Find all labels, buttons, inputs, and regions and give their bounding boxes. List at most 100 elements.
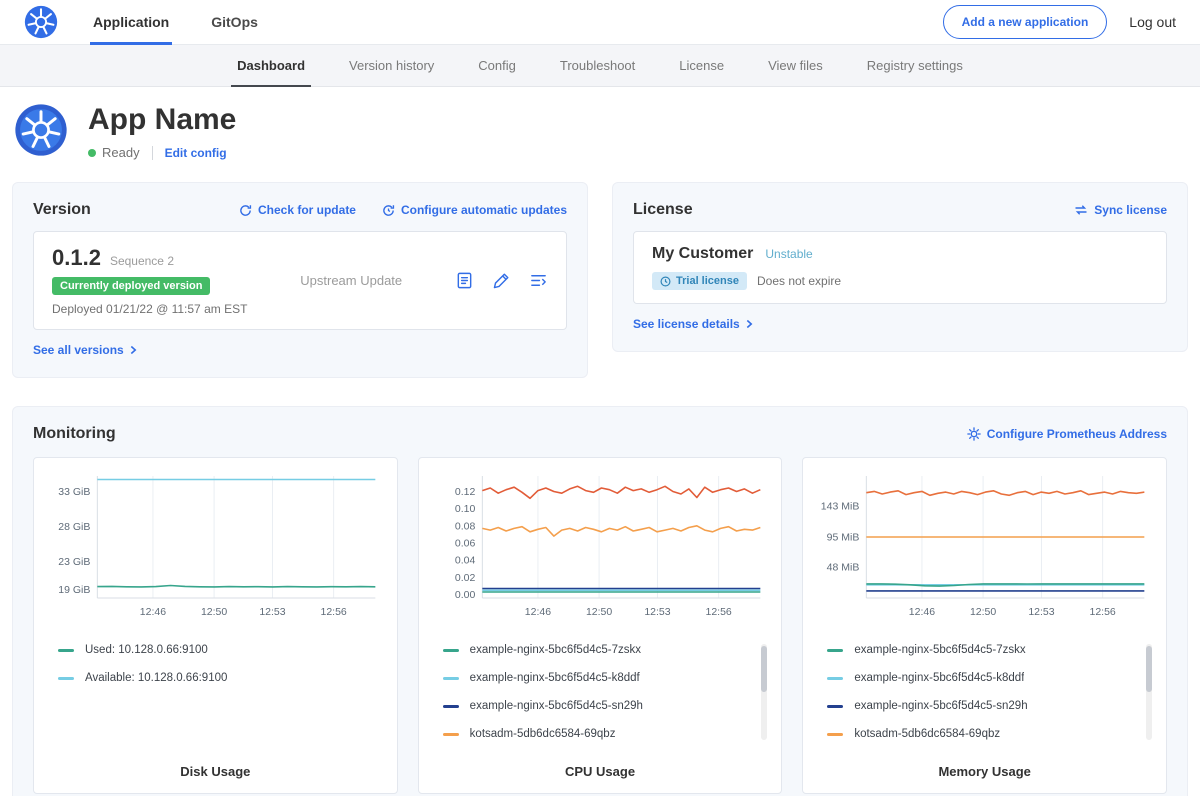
upstream-update-label: Upstream Update: [247, 273, 455, 288]
chevron-right-icon: [130, 345, 137, 355]
deployed-badge: Currently deployed version: [52, 277, 210, 295]
legend-scrollbar-thumb[interactable]: [761, 646, 767, 692]
legend-item: example-nginx-5bc6f5d4c5-7zskx: [443, 636, 752, 664]
monitoring-header: Monitoring Configure Prometheus Address: [33, 425, 1167, 443]
version-card: Version Check for update: [12, 182, 588, 378]
logout-link[interactable]: Log out: [1129, 14, 1176, 30]
license-card-header: License Sync license: [633, 201, 1167, 219]
chart-legend: Used: 10.128.0.66:9100 Available: 10.128.…: [46, 636, 385, 692]
legend-color-dash: [58, 677, 74, 680]
legend-color-dash: [443, 677, 459, 680]
see-all-versions-link[interactable]: See all versions: [33, 343, 137, 357]
preflight-checks-icon[interactable]: [492, 271, 511, 290]
chart-title: CPU Usage: [431, 748, 770, 779]
cards-row: Version Check for update: [12, 182, 1188, 378]
check-for-update-link[interactable]: Check for update: [239, 203, 356, 217]
deployed-timestamp: Deployed 01/21/22 @ 11:57 am EST: [52, 302, 247, 316]
license-card-title: License: [633, 201, 693, 219]
license-detail-row: Trial license Does not expire: [652, 272, 1148, 290]
legend-item: kotsadm-5db6dc6584-69qbz: [443, 720, 752, 748]
legend-color-dash: [827, 705, 843, 708]
svg-text:33 GiB: 33 GiB: [58, 486, 90, 498]
svg-text:12:46: 12:46: [524, 606, 550, 618]
legend-label: example-nginx-5bc6f5d4c5-k8ddf: [470, 672, 640, 684]
release-notes-icon[interactable]: [455, 271, 474, 290]
gear-icon: [967, 427, 981, 441]
legend-item: example-nginx-5bc6f5d4c5-sn29h: [443, 692, 752, 720]
svg-text:12:50: 12:50: [201, 606, 227, 618]
current-version-panel: 0.1.2 Sequence 2 Currently deployed vers…: [33, 231, 567, 330]
edit-config-link[interactable]: Edit config: [165, 146, 227, 160]
memory-usage-plot: 12:4612:5012:5312:56143 MiB95 MiB48 MiB: [815, 470, 1154, 622]
legend-item: Used: 10.128.0.66:9100: [58, 636, 367, 664]
legend-item: example-nginx-5bc6f5d4c5-7zskx: [827, 636, 1136, 664]
monitoring-title: Monitoring: [33, 425, 116, 443]
legend-scrollbar[interactable]: [761, 644, 767, 740]
monitoring-section: Monitoring Configure Prometheus Address …: [12, 406, 1188, 796]
license-type-label: Trial license: [676, 275, 739, 287]
legend-label: Available: 10.128.0.66:9100: [85, 672, 227, 684]
chevron-right-icon: [746, 319, 753, 329]
legend-color-dash: [443, 733, 459, 736]
legend-item: Available: 10.128.0.66:9100: [58, 664, 367, 692]
svg-text:12:56: 12:56: [1090, 606, 1116, 618]
chart-legend: example-nginx-5bc6f5d4c5-7zskx example-ng…: [431, 636, 770, 748]
topnav-tab-application[interactable]: Application: [90, 0, 172, 44]
see-license-details-label: See license details: [633, 317, 740, 331]
topnav-tab-gitops[interactable]: GitOps: [208, 0, 261, 44]
configure-auto-updates-label: Configure automatic updates: [401, 203, 567, 217]
legend-scrollbar-thumb[interactable]: [1146, 646, 1152, 692]
deploy-logs-icon[interactable]: [529, 271, 548, 290]
sync-license-link[interactable]: Sync license: [1074, 203, 1167, 217]
topnav-tabs: Application GitOps: [90, 0, 297, 44]
legend-color-dash: [58, 649, 74, 652]
license-card: License Sync license My Customer Unstabl…: [612, 182, 1188, 352]
svg-text:0.02: 0.02: [455, 572, 476, 584]
legend-item: example-nginx-5bc6f5d4c5-k8ddf: [443, 664, 752, 692]
app-logo-icon: [14, 103, 68, 157]
legend-item: example-nginx-5bc6f5d4c5-k8ddf: [827, 664, 1136, 692]
legend-label: kotsadm-5db6dc6584-69qbz: [470, 728, 616, 740]
svg-text:28 GiB: 28 GiB: [58, 521, 90, 533]
svg-text:12:56: 12:56: [705, 606, 731, 618]
legend-scrollbar[interactable]: [1146, 644, 1152, 740]
charts-row: 12:4612:5012:5312:5633 GiB28 GiB23 GiB19…: [33, 457, 1167, 794]
see-license-details-link[interactable]: See license details: [633, 317, 753, 331]
customer-row: My Customer Unstable: [652, 245, 1148, 263]
configure-auto-updates-link[interactable]: Configure automatic updates: [382, 203, 567, 217]
add-application-button[interactable]: Add a new application: [943, 5, 1108, 39]
svg-text:12:50: 12:50: [970, 606, 996, 618]
chart-title: Disk Usage: [46, 748, 385, 779]
subnav-tab-config[interactable]: Config: [456, 45, 538, 86]
channel-label: Unstable: [765, 247, 812, 261]
subnav-tab-license[interactable]: License: [657, 45, 746, 86]
legend-item: kotsadm-5db6dc6584-69qbz: [827, 720, 1136, 748]
sync-icon: [1074, 204, 1088, 216]
app-status-row: Ready Edit config: [88, 145, 236, 160]
legend-label: kotsadm-5db6dc6584-69qbz: [854, 728, 1000, 740]
version-card-title: Version: [33, 201, 91, 219]
subnav-tab-dashboard[interactable]: Dashboard: [215, 45, 327, 86]
legend-label: Used: 10.128.0.66:9100: [85, 644, 208, 656]
subnav-tab-view-files[interactable]: View files: [746, 45, 845, 86]
legend-color-dash: [827, 733, 843, 736]
legend-color-dash: [443, 705, 459, 708]
subnav: DashboardVersion historyConfigTroublesho…: [0, 45, 1200, 87]
svg-text:12:53: 12:53: [259, 606, 285, 618]
legend-color-dash: [827, 649, 843, 652]
version-action-icons: [455, 271, 548, 290]
svg-text:0.08: 0.08: [455, 520, 476, 532]
status-dot: [88, 149, 96, 157]
subnav-tab-version-history[interactable]: Version history: [327, 45, 456, 86]
legend-item: example-nginx-5bc6f5d4c5-sn29h: [827, 692, 1136, 720]
current-version-info: 0.1.2 Sequence 2 Currently deployed vers…: [52, 245, 247, 316]
app-header: App Name Ready Edit config: [0, 87, 1200, 166]
license-panel: My Customer Unstable Trial license Doe: [633, 231, 1167, 304]
legend-label: example-nginx-5bc6f5d4c5-sn29h: [470, 700, 643, 712]
subnav-tab-troubleshoot[interactable]: Troubleshoot: [538, 45, 657, 86]
subnav-tab-registry-settings[interactable]: Registry settings: [845, 45, 985, 86]
version-number-row: 0.1.2 Sequence 2: [52, 245, 247, 271]
check-for-update-label: Check for update: [258, 203, 356, 217]
configure-prometheus-link[interactable]: Configure Prometheus Address: [967, 427, 1167, 441]
svg-text:19 GiB: 19 GiB: [58, 584, 90, 596]
